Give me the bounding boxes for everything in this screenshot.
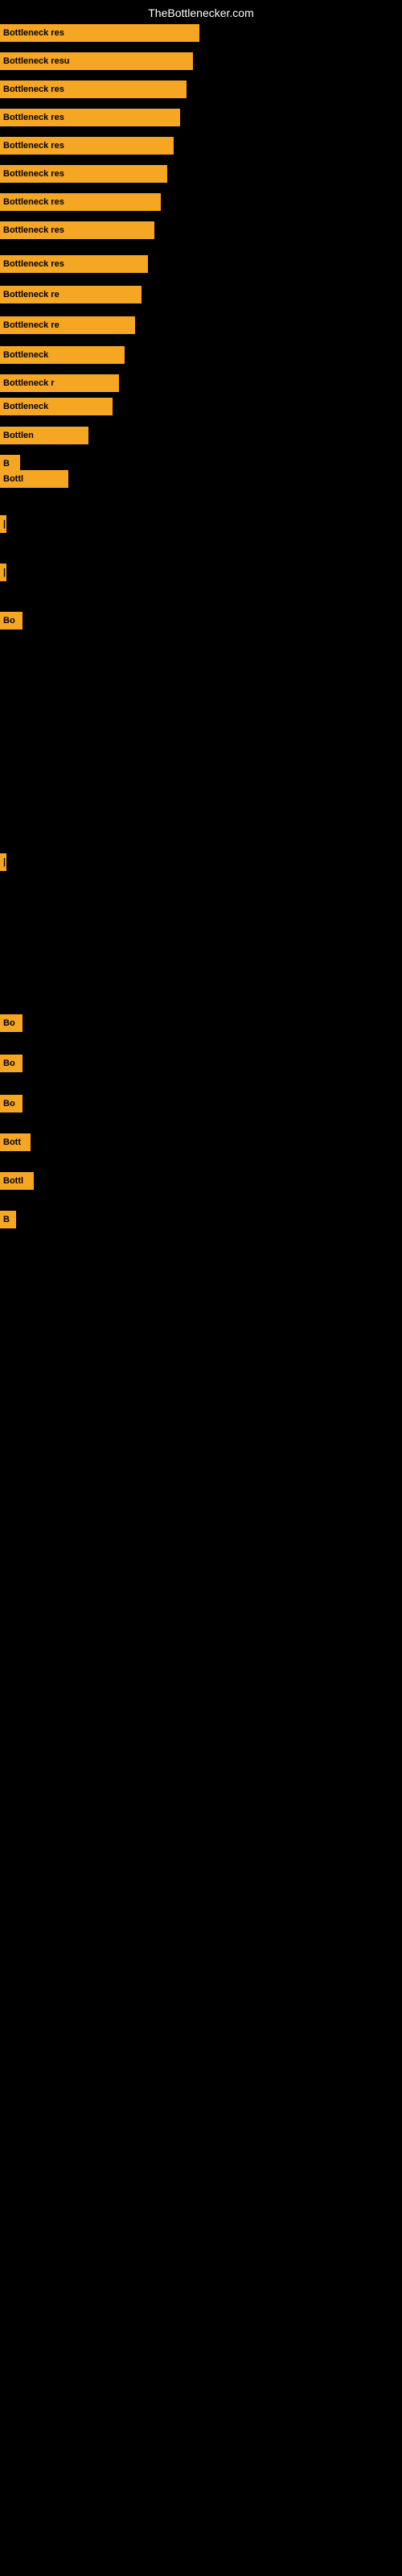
- bottleneck-bar: Bo: [0, 612, 23, 630]
- bottleneck-bar: Bottleneck res: [0, 221, 154, 239]
- bottleneck-bar: Bottleneck re: [0, 316, 135, 334]
- bottleneck-bar: Bottleneck res: [0, 137, 174, 155]
- bottleneck-bar: Bottleneck r: [0, 374, 119, 392]
- bottleneck-bar: Bottleneck res: [0, 24, 199, 42]
- bottleneck-bar: Bo: [0, 1055, 23, 1072]
- bottleneck-bar: Bo: [0, 1014, 23, 1032]
- bottleneck-bar: Bottleneck resu: [0, 52, 193, 70]
- bottleneck-bar: |: [0, 564, 6, 581]
- bottleneck-bar: Bottleneck res: [0, 80, 187, 98]
- bottleneck-bar: Bottleneck res: [0, 109, 180, 126]
- bottleneck-bar: |: [0, 515, 6, 533]
- bottleneck-bar: Bottleneck res: [0, 255, 148, 273]
- bottleneck-bar: B: [0, 1211, 16, 1228]
- bottleneck-bar: Bottleneck: [0, 398, 113, 415]
- bottleneck-bar: Bottl: [0, 1172, 34, 1190]
- bottleneck-bar: Bottleneck re: [0, 286, 142, 303]
- bottleneck-bar: Bottlen: [0, 427, 88, 444]
- bottleneck-bar: Bo: [0, 1095, 23, 1113]
- site-title: TheBottlenecker.com: [148, 6, 254, 19]
- bottleneck-bar: Bottleneck res: [0, 193, 161, 211]
- bottleneck-bar: |: [0, 853, 6, 871]
- bottleneck-bar: Bottl: [0, 470, 68, 488]
- bottleneck-bar: Bottleneck: [0, 346, 125, 364]
- bottleneck-bar: Bott: [0, 1133, 31, 1151]
- bottleneck-bar: Bottleneck res: [0, 165, 167, 183]
